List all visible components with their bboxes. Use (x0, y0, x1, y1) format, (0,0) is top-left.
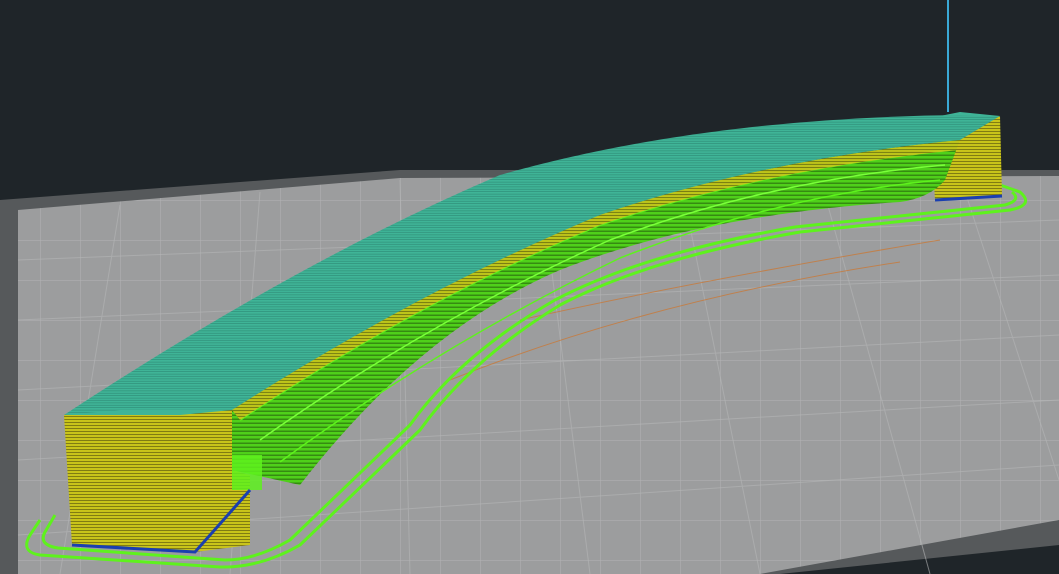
3d-print-preview-viewport[interactable] (0, 0, 1059, 574)
scene-canvas[interactable] (0, 0, 1059, 574)
left-end-opening (232, 455, 262, 490)
